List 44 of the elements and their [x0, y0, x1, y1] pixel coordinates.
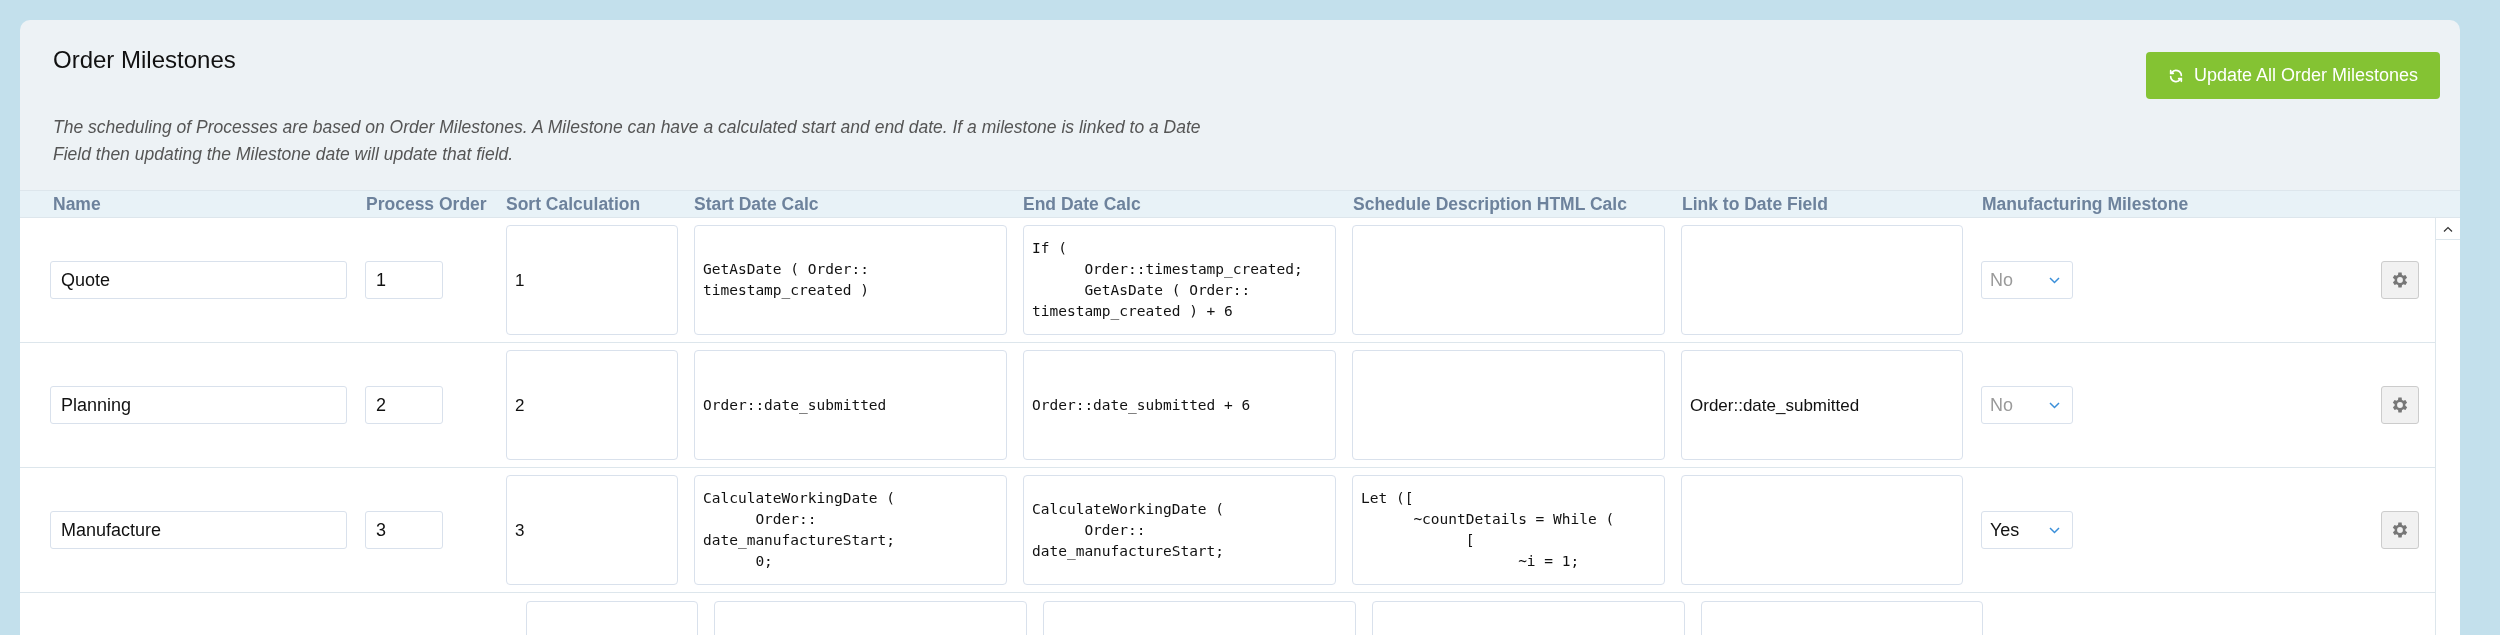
- schedule-description-field[interactable]: [1352, 225, 1665, 336]
- column-header: Manufacturing Milestone: [1982, 193, 2190, 216]
- settings-icon: [2390, 520, 2410, 541]
- description-text: The scheduling of Processes are based on Order Milestones. A Milestone can have a calculated start and end date. If a milestone is linked to a Date Field then updating the Milestone date will update that field.: [53, 116, 1202, 166]
- process-order-field[interactable]: 2: [365, 386, 443, 425]
- chevron-icon: [2049, 276, 2060, 284]
- date-field-link[interactable]: [1681, 225, 1963, 336]
- milestone-dropdown[interactable]: Yes: [1981, 511, 2073, 550]
- column-header: Link to Date Field: [1682, 193, 1829, 216]
- date-field-link[interactable]: Order::date_submitted: [1681, 350, 1963, 461]
- settings-button[interactable]: [2381, 511, 2419, 550]
- date-field-link[interactable]: [1681, 475, 1963, 586]
- name-field[interactable]: Quote: [50, 261, 347, 300]
- chevron-icon: [2049, 526, 2060, 534]
- end-date-field[interactable]: If ( Order::timestamp_created; GetAsDate ( Order:: timestamp_created ) + 6: [1023, 225, 1336, 336]
- chevron-icon: [2049, 401, 2060, 409]
- schedule-description-field[interactable]: [1352, 350, 1665, 461]
- name-field[interactable]: Planning: [50, 386, 347, 425]
- settings-button[interactable]: [2381, 261, 2419, 300]
- sort-calculation-field[interactable]: 1: [506, 225, 678, 336]
- column-header: Process Order: [366, 193, 488, 216]
- column-header: End Date Calc: [1023, 193, 1142, 216]
- column-header: Schedule Description HTML Calc: [1353, 193, 1628, 216]
- page-title: Order Milestones: [53, 45, 237, 75]
- column-header: Start Date Calc: [694, 193, 820, 216]
- settings-icon: [2390, 270, 2410, 291]
- column-header: Name: [52, 193, 102, 216]
- start-date-field[interactable]: Order::date_submitted: [694, 350, 1007, 461]
- start-date-field[interactable]: CalculateWorkingDate ( Order:: date_manufactureStart; 0;: [694, 475, 1007, 586]
- schedule-description-field[interactable]: Let ([ ~countDetails = While ( [ ~i = 1;: [1352, 475, 1665, 586]
- process-order-field[interactable]: 3: [365, 511, 443, 550]
- sort-calculation-field[interactable]: 3: [506, 475, 678, 586]
- column-header: Sort Calculation: [506, 193, 642, 216]
- sort-calculation-field[interactable]: 2: [506, 350, 678, 461]
- scroll-up-icon: [2443, 225, 2453, 232]
- scrollbar[interactable]: [2435, 218, 2460, 635]
- refresh-icon: [2167, 67, 2184, 84]
- process-order-field[interactable]: 1: [365, 261, 443, 300]
- end-date-field[interactable]: CalculateWorkingDate ( Order:: date_manufactureStart;: [1023, 475, 1336, 586]
- settings-button[interactable]: [2381, 386, 2419, 425]
- name-field[interactable]: Manufacture: [50, 511, 347, 550]
- start-date-field[interactable]: GetAsDate ( Order:: timestamp_created ): [694, 225, 1007, 336]
- end-date-field[interactable]: Order::date_submitted + 6: [1023, 350, 1336, 461]
- settings-icon: [2390, 395, 2410, 416]
